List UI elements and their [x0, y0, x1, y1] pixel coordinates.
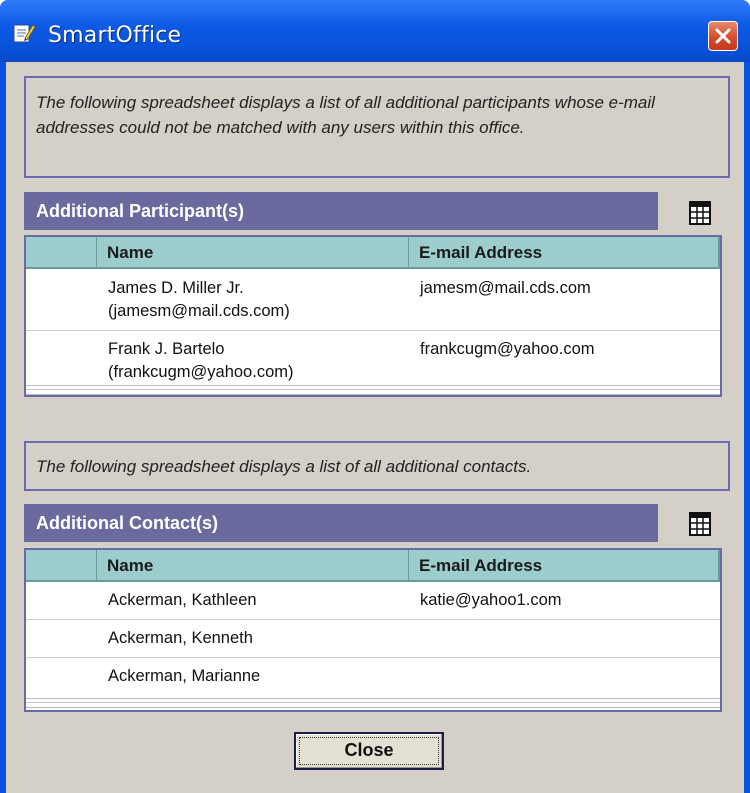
participant-name-email: (frankcugm@yahoo.com)	[108, 363, 294, 381]
table-row[interactable]: Frank J. Bartelo (frankcugm@yahoo.com) f…	[26, 331, 720, 390]
participants-section-header: Additional Participant(s)	[24, 192, 658, 230]
participant-name: James D. Miller Jr.	[108, 279, 244, 297]
participant-email-cell: frankcugm@yahoo.com	[420, 340, 595, 358]
column-header-email[interactable]: E-mail Address	[409, 550, 720, 580]
document-edit-icon	[12, 22, 36, 44]
column-header-name[interactable]: Name	[97, 237, 409, 267]
table-row[interactable]: James D. Miller Jr. (jamesm@mail.cds.com…	[26, 269, 720, 331]
row-selector-header	[26, 550, 97, 580]
column-header-email[interactable]: E-mail Address	[409, 237, 720, 267]
table-row[interactable]: Ackerman, Marianne	[26, 658, 720, 695]
table-row[interactable]: Ackerman, Kenneth	[26, 620, 720, 658]
contact-name-cell: Ackerman, Kathleen	[108, 591, 257, 609]
contacts-section-header: Additional Contact(s)	[24, 504, 658, 542]
close-icon[interactable]	[708, 21, 738, 51]
table-footer-lines	[26, 385, 720, 395]
title-bar[interactable]: SmartOffice	[0, 0, 750, 62]
participant-name: Frank J. Bartelo	[108, 340, 225, 358]
row-selector-header	[26, 237, 97, 267]
contacts-table: Name E-mail Address Ackerman, Kathleen k…	[24, 548, 722, 712]
contacts-description: The following spreadsheet displays a lis…	[24, 441, 730, 491]
participants-description: The following spreadsheet displays a lis…	[24, 76, 730, 178]
participant-name-cell: James D. Miller Jr. (jamesm@mail.cds.com…	[108, 277, 408, 323]
spreadsheet-grid-icon[interactable]	[688, 200, 712, 226]
table-footer-lines	[26, 698, 720, 708]
close-button[interactable]: Close	[294, 732, 444, 770]
participant-name-email: (jamesm@mail.cds.com)	[108, 302, 290, 320]
dialog-window: SmartOffice The following spreadsheet di…	[0, 0, 750, 793]
spreadsheet-grid-icon[interactable]	[688, 511, 712, 537]
window-title: SmartOffice	[48, 23, 182, 48]
participants-table: Name E-mail Address James D. Miller Jr. …	[24, 235, 722, 397]
column-header-name[interactable]: Name	[97, 550, 409, 580]
table-header-row: Name E-mail Address	[26, 550, 720, 582]
contact-email-cell: katie@yahoo1.com	[420, 591, 562, 609]
table-row[interactable]: Ackerman, Kathleen katie@yahoo1.com	[26, 582, 720, 620]
participant-email-cell: jamesm@mail.cds.com	[420, 279, 591, 297]
table-header-row: Name E-mail Address	[26, 237, 720, 269]
dialog-body: The following spreadsheet displays a lis…	[6, 62, 744, 793]
contact-name-cell: Ackerman, Kenneth	[108, 629, 253, 647]
contact-name-cell: Ackerman, Marianne	[108, 667, 261, 685]
participant-name-cell: Frank J. Bartelo (frankcugm@yahoo.com)	[108, 338, 408, 384]
